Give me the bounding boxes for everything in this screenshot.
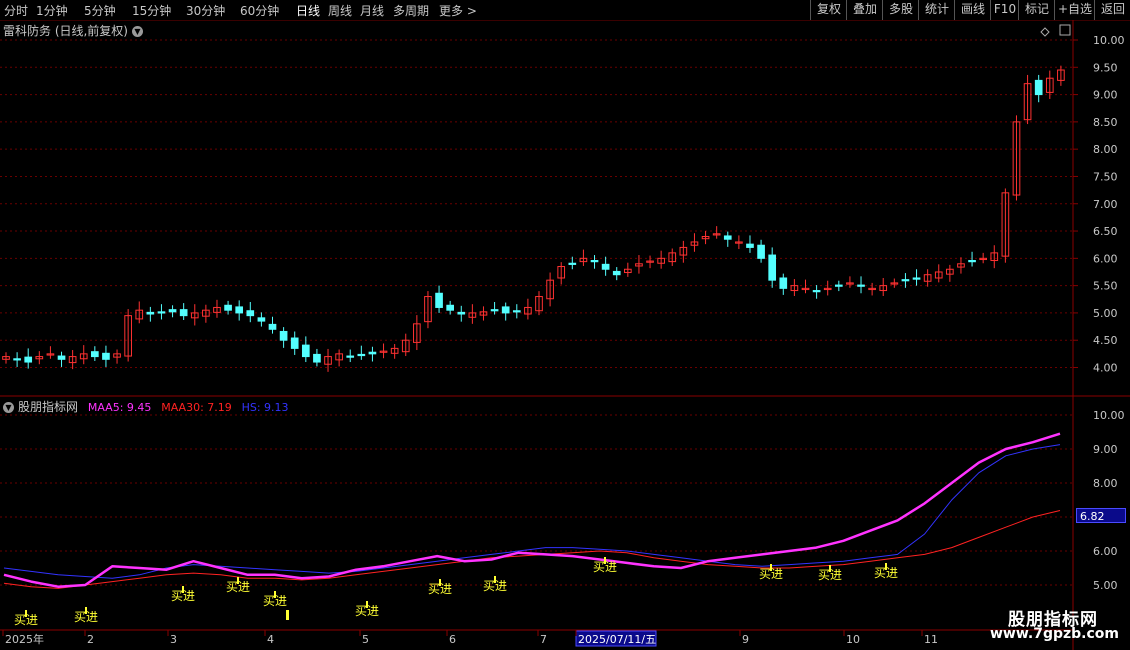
- candle-body: [812, 290, 821, 293]
- price-tick-label: 8.00: [1093, 143, 1118, 156]
- indicator-title[interactable]: ▼ 股朋指标网 MAA5: 9.45 MAA30: 7.19 HS: 9.13: [3, 398, 289, 415]
- candle-body: [279, 330, 288, 341]
- maa5-label: MAA5: 9.45: [87, 401, 152, 414]
- candle-body: [268, 323, 277, 330]
- candle-body: [146, 311, 155, 315]
- candle-body: [157, 311, 166, 314]
- x-axis-label: 2: [87, 633, 94, 646]
- candle-body: [313, 353, 321, 363]
- indicator-tick-label: 6.00: [1093, 545, 1118, 558]
- candle-body: [501, 306, 510, 314]
- x-axis-label: 2025年: [5, 632, 44, 646]
- x-axis-label: 5: [362, 633, 369, 646]
- candle-body: [446, 304, 454, 311]
- buy-signal-label: 买进: [874, 566, 898, 580]
- x-axis-label: 11: [924, 633, 938, 646]
- candle-body: [857, 284, 865, 287]
- indicator-tick-label: 8.00: [1093, 477, 1118, 490]
- candle-body: [357, 353, 366, 357]
- indicator-tick-label: 9.00: [1093, 443, 1118, 456]
- buy-signal-label: 买进: [355, 604, 379, 618]
- price-tick-label: 4.50: [1093, 334, 1118, 347]
- candle-body: [601, 263, 610, 270]
- current-value-badge: 6.82: [1076, 508, 1126, 523]
- x-axis-label: 9: [742, 633, 749, 646]
- candle-body: [246, 310, 255, 317]
- x-axis-label: 7: [540, 633, 547, 646]
- price-tick-label: 5.00: [1093, 307, 1118, 320]
- candle-body: [779, 277, 788, 289]
- x-axis-label: 4: [267, 633, 274, 646]
- candle-body: [590, 260, 599, 263]
- candle-body: [912, 277, 921, 280]
- buy-signal-marker: [286, 610, 289, 620]
- buy-signal-label: 买进: [593, 560, 617, 574]
- buy-signal-label: 买进: [428, 582, 452, 596]
- candle-body: [179, 309, 188, 317]
- price-tick-label: 7.50: [1093, 170, 1118, 183]
- maa5-line: [3, 432, 1061, 588]
- candle-body: [368, 351, 377, 355]
- indicator-tick-label: 5.00: [1093, 579, 1118, 592]
- candle-body: [757, 244, 765, 259]
- watermark-url: www.7gpzb.com: [990, 626, 1120, 642]
- candle-body: [457, 311, 466, 315]
- buy-signal-label: 买进: [171, 589, 195, 603]
- candle-body: [91, 351, 99, 358]
- price-tick-label: 4.00: [1093, 362, 1118, 375]
- candle-body: [57, 355, 66, 360]
- candle-body: [168, 309, 177, 313]
- buy-signal-label: 买进: [483, 579, 507, 593]
- kline-chart[interactable]: 10.00 9.50 9.00 8.50 8.00 7.50 7.00 6.50 6.00 5.5…: [0, 0, 1130, 650]
- indicator-tick-label: 10.00: [1093, 409, 1125, 422]
- candle-body: [901, 279, 910, 282]
- candle-body: [834, 284, 843, 287]
- buy-signal-label: 买进: [226, 580, 250, 594]
- diamond-icon: [1040, 27, 1050, 37]
- buy-signal-label: 买进: [263, 594, 287, 608]
- candle-body: [102, 352, 110, 360]
- x-axis-label: 10: [846, 633, 860, 646]
- buy-signal-label: 买进: [759, 567, 783, 581]
- candle-body: [435, 292, 443, 308]
- candle-body: [301, 344, 310, 358]
- price-tick-label: 5.50: [1093, 280, 1118, 293]
- buy-signal-label: 买进: [818, 568, 842, 582]
- buy-signal-label: 买进: [14, 613, 38, 627]
- hs-line: [3, 444, 1061, 579]
- candle-body: [346, 355, 355, 358]
- price-tick-label: 9.00: [1093, 89, 1118, 102]
- candle-body: [490, 309, 499, 312]
- chevron-down-icon[interactable]: ▼: [3, 402, 14, 413]
- candle-body: [257, 317, 266, 322]
- price-tick-label: 6.00: [1093, 252, 1118, 265]
- candle-body: [1034, 79, 1043, 96]
- price-tick-label: 7.00: [1093, 198, 1118, 211]
- x-axis-label: 3: [170, 633, 177, 646]
- candle-body: [290, 337, 299, 349]
- candle-body: [768, 254, 777, 281]
- watermark-logo: 股朋指标网 www.7gpzb.com: [990, 605, 1130, 650]
- maa30-label: MAA30: 7.19: [161, 401, 232, 414]
- candle-body: [224, 304, 232, 311]
- candle-body: [968, 260, 976, 263]
- price-tick-label: 10.00: [1093, 34, 1125, 47]
- x-axis-label: 2025/07/11/五: [578, 633, 656, 646]
- buy-signal-label: 买进: [74, 610, 98, 624]
- candle-body: [746, 243, 754, 248]
- candle-body: [612, 270, 621, 276]
- price-tick-label: 6.50: [1093, 225, 1118, 238]
- price-tick-label: 9.50: [1093, 61, 1118, 74]
- candle-body: [512, 310, 521, 313]
- price-tick-label: 8.50: [1093, 116, 1118, 129]
- hs-label: HS: 9.13: [241, 401, 289, 414]
- panel-toggle-icon: [1059, 24, 1071, 36]
- candle-body: [235, 306, 244, 314]
- candle-body: [723, 235, 732, 240]
- candle-body: [13, 358, 21, 361]
- x-axis-label: 6: [449, 633, 456, 646]
- indicator-name: 股朋指标网: [18, 400, 79, 414]
- candle-body: [24, 356, 33, 363]
- candle-body: [568, 262, 577, 265]
